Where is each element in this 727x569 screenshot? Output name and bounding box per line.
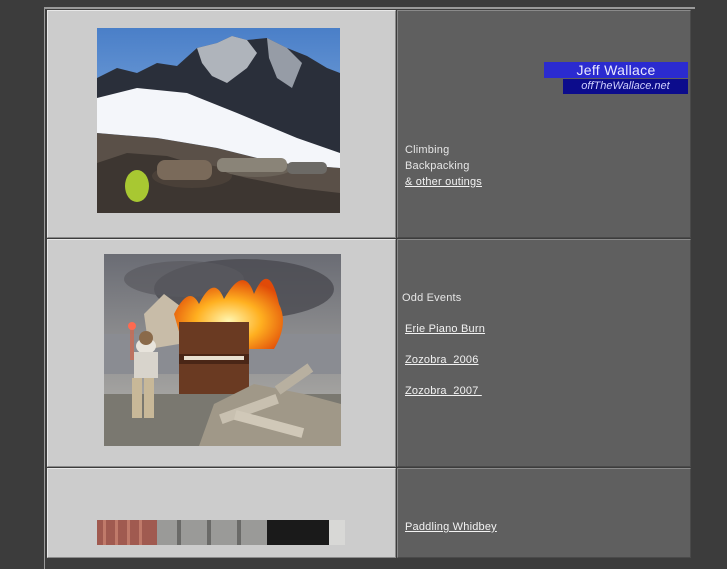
zozobra-2007-link[interactable]: Zozobra 2007: [405, 385, 482, 398]
other-outings-link[interactable]: & other outings: [405, 176, 482, 189]
site-url[interactable]: offTheWallace.net: [563, 79, 688, 94]
text-cell-outings: [397, 10, 691, 238]
climbing-label[interactable]: Climbing: [405, 144, 449, 157]
backpacking-label[interactable]: Backpacking: [405, 160, 470, 173]
zozobra-2006-link[interactable]: Zozobra 2006: [405, 354, 479, 367]
climbing-photo[interactable]: [97, 28, 340, 213]
paddling-whidbey-link[interactable]: Paddling Whidbey: [405, 521, 497, 534]
text-cell-odd-events: [397, 239, 691, 467]
paddling-photo[interactable]: [97, 520, 345, 545]
erie-piano-burn-link[interactable]: Erie Piano Burn: [405, 323, 485, 336]
odd-events-heading: Odd Events: [402, 292, 462, 304]
site-title[interactable]: Jeff Wallace: [544, 62, 688, 78]
piano-burn-photo[interactable]: [104, 254, 341, 446]
